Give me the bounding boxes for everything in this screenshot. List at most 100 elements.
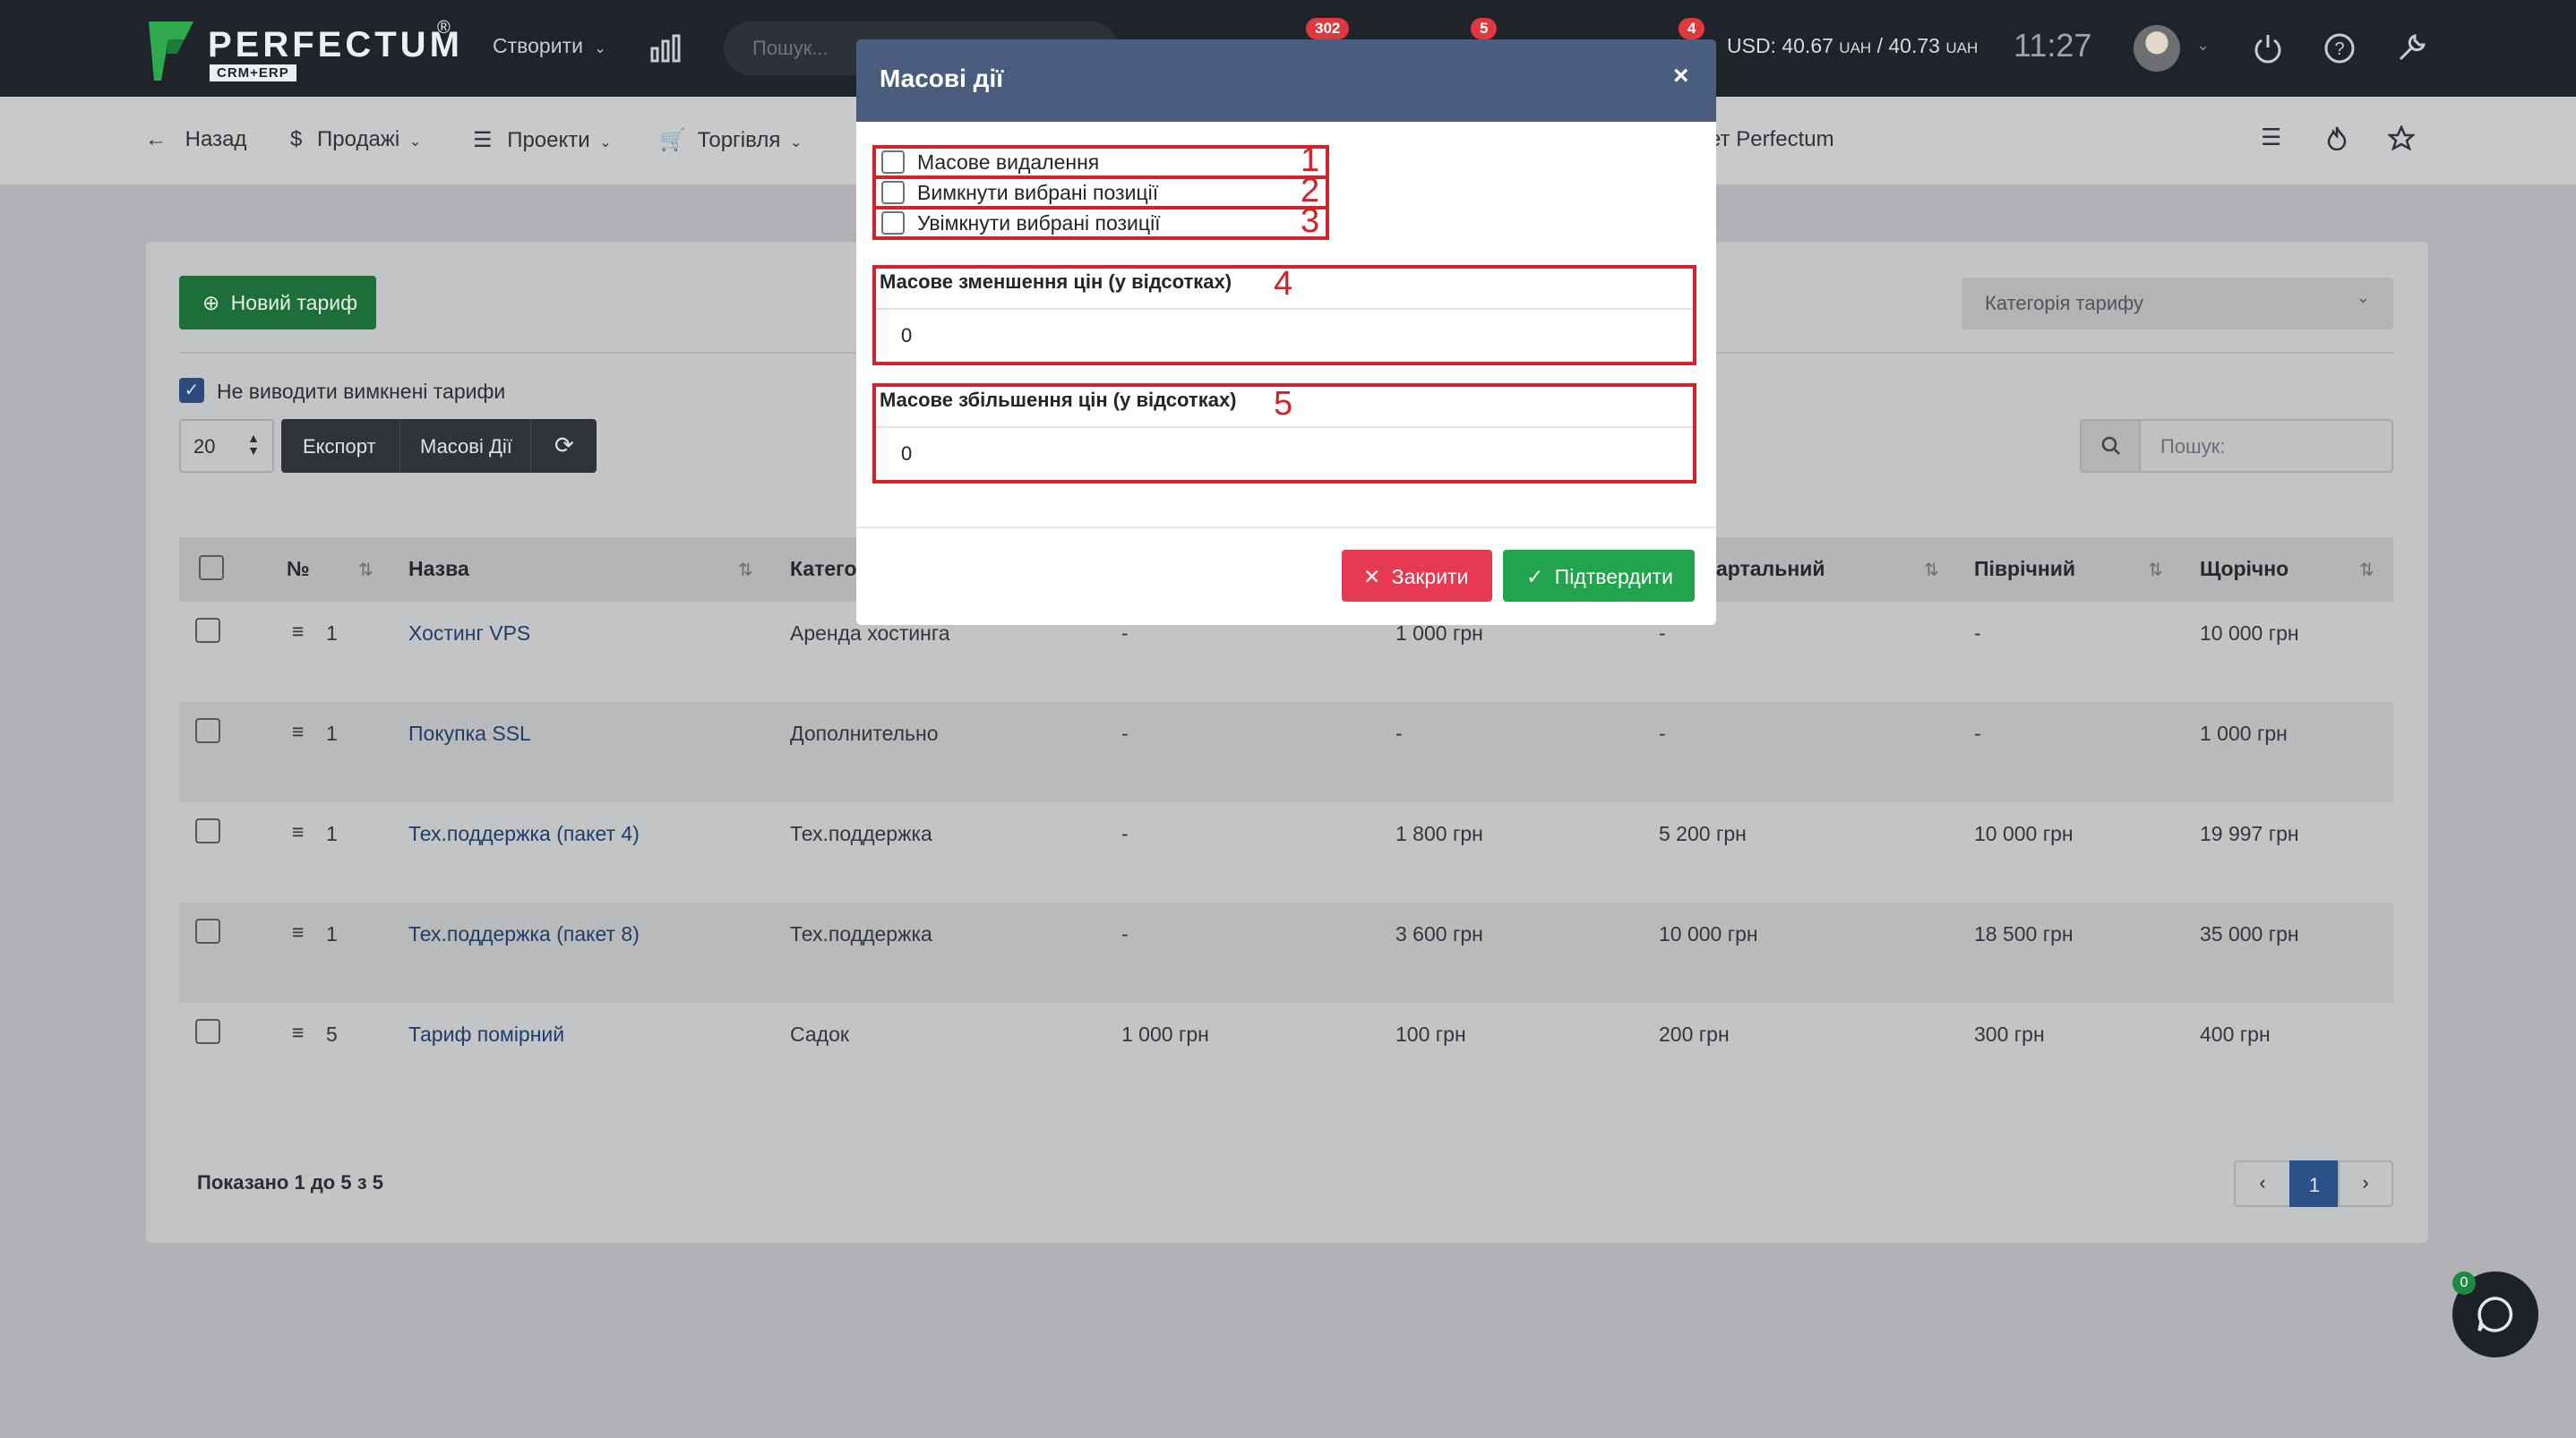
price-cell: 300 грн bbox=[1974, 1023, 2045, 1046]
table-search-placeholder: Пошук: bbox=[2160, 435, 2226, 458]
currency-rate-usd: USD: 40.67 bbox=[1727, 34, 1833, 57]
check-icon: ✓ bbox=[1526, 565, 1544, 588]
tariff-name-link[interactable]: Тех.поддержка (пакет 4) bbox=[408, 822, 640, 846]
tariff-name-link[interactable]: Тариф помірний bbox=[408, 1023, 564, 1047]
chevron-down-icon[interactable]: ⌄ bbox=[2196, 36, 2210, 55]
export-label: Експорт bbox=[303, 435, 376, 458]
modal-footer-divider bbox=[856, 526, 1716, 528]
drag-handle-icon[interactable]: ≡ bbox=[292, 1021, 304, 1045]
chat-badge: 0 bbox=[2452, 1271, 2476, 1295]
confirm-button[interactable]: ✓ Підтвердити bbox=[1503, 550, 1695, 602]
tariff-category: Аренда хостинга bbox=[790, 621, 950, 645]
enable-selected-checkbox[interactable] bbox=[881, 211, 905, 235]
help-icon[interactable]: ? bbox=[2323, 32, 2356, 64]
price-cell: - bbox=[1659, 621, 1666, 645]
row-checkbox[interactable] bbox=[195, 919, 220, 944]
star-icon[interactable] bbox=[2388, 125, 2415, 150]
chevron-right-icon: › bbox=[2362, 1171, 2369, 1194]
cart-icon: 🛒 bbox=[659, 128, 686, 152]
dollar-icon: $ bbox=[290, 127, 303, 151]
table-row bbox=[179, 1003, 2393, 1103]
table-search-input[interactable]: Пошук: bbox=[2080, 419, 2393, 473]
column-header-name[interactable]: Назва bbox=[408, 557, 469, 581]
mass-actions-button[interactable]: Масові Дії bbox=[399, 419, 530, 473]
drag-handle-icon[interactable]: ≡ bbox=[292, 820, 304, 844]
sort-icon[interactable]: ⇅ bbox=[2359, 559, 2374, 581]
disable-selected-checkbox[interactable] bbox=[881, 181, 905, 204]
column-header-quarterly[interactable]: артальний bbox=[1716, 557, 1825, 581]
close-button-label: Закрити bbox=[1391, 565, 1469, 588]
row-checkbox[interactable] bbox=[195, 1019, 220, 1044]
pagination-page[interactable]: 1 bbox=[2289, 1160, 2340, 1207]
close-icon: ✕ bbox=[1363, 565, 1381, 588]
drag-handle-icon[interactable]: ≡ bbox=[292, 920, 304, 945]
mass-actions-modal: Масові дії × Масове видалення 1 Вимкнути… bbox=[856, 39, 1716, 625]
sort-icon[interactable]: ⇅ bbox=[738, 559, 753, 581]
refresh-button[interactable]: ⟳ bbox=[530, 419, 597, 473]
price-cell: 10 000 грн bbox=[1974, 822, 2074, 845]
new-tariff-button[interactable]: ⊕ Новий тариф bbox=[179, 276, 376, 330]
row-checkbox[interactable] bbox=[195, 718, 220, 743]
perfectum-logo[interactable]: PERFECTUM ® CRM+ERP bbox=[145, 18, 459, 84]
layers-icon[interactable]: ☰ bbox=[2261, 124, 2281, 151]
page-size-select[interactable]: 20 ▲ ▼ bbox=[179, 419, 274, 473]
pagination-prev[interactable]: ‹ bbox=[2234, 1160, 2291, 1207]
fire-icon[interactable] bbox=[2325, 125, 2348, 150]
create-menu-button[interactable]: Створити ⌄ bbox=[493, 34, 606, 58]
annotation-marker: 5 bbox=[1274, 385, 1293, 423]
pagination-next[interactable]: › bbox=[2338, 1160, 2393, 1207]
row-checkbox[interactable] bbox=[195, 618, 220, 643]
mass-delete-checkbox[interactable] bbox=[881, 150, 905, 174]
currency-rate-second: / 40.73 bbox=[1876, 34, 1940, 57]
statistics-icon[interactable] bbox=[650, 34, 681, 63]
drag-handle-icon[interactable]: ≡ bbox=[292, 620, 304, 644]
tariff-category: Дополнительно bbox=[790, 722, 939, 745]
sort-icon[interactable]: ⇅ bbox=[1924, 559, 1939, 581]
select-all-checkbox[interactable] bbox=[199, 555, 224, 580]
pagination-summary: Показано 1 до 5 з 5 bbox=[197, 1171, 383, 1194]
messages-badge: 4 bbox=[1679, 18, 1705, 39]
tariff-name-link[interactable]: Хостинг VPS bbox=[408, 621, 530, 646]
price-cell: - bbox=[1121, 722, 1129, 745]
price-cell: 18 500 грн bbox=[1974, 922, 2074, 946]
logo-registered-mark: ® bbox=[437, 18, 451, 38]
close-button[interactable]: ✕ Закрити bbox=[1342, 550, 1492, 602]
page-size-value: 20 bbox=[193, 435, 216, 458]
drag-handle-icon[interactable]: ≡ bbox=[292, 720, 304, 744]
chevron-down-icon: ⌄ bbox=[594, 41, 606, 56]
row-checkbox[interactable] bbox=[195, 818, 220, 843]
tariff-name-link[interactable]: Тех.поддержка (пакет 8) bbox=[408, 922, 640, 946]
price-cell: - bbox=[1974, 722, 1981, 745]
user-avatar[interactable] bbox=[2134, 25, 2180, 72]
column-header-category[interactable]: Катего bbox=[790, 557, 857, 581]
nav-trade[interactable]: 🛒 Торгівля ⌄ bbox=[659, 127, 802, 153]
close-icon[interactable]: × bbox=[1673, 61, 1689, 91]
chevron-down-icon: ⌄ bbox=[408, 134, 422, 150]
price-cell: 1 000 грн bbox=[2200, 722, 2288, 745]
tariff-name-link[interactable]: Покупка SSL bbox=[408, 722, 531, 746]
tariff-category-select[interactable]: Категорія тарифу ⌄ bbox=[1962, 278, 2393, 330]
price-increase-input[interactable]: 0 bbox=[876, 426, 1693, 476]
create-menu-label: Створити bbox=[493, 34, 583, 57]
nav-sales[interactable]: $ Продажі ⌄ bbox=[290, 127, 421, 152]
price-decrease-label: Масове зменшення цін (у відсотках) bbox=[880, 270, 1232, 293]
power-icon[interactable] bbox=[2252, 32, 2284, 64]
nav-perfectum-label: ет Perfectum bbox=[1709, 127, 1834, 151]
chevron-left-icon: ‹ bbox=[2259, 1171, 2266, 1194]
price-decrease-input[interactable]: 0 bbox=[876, 308, 1693, 358]
nav-perfectum[interactable]: ет Perfectum bbox=[1709, 127, 1834, 152]
column-header-number[interactable]: № bbox=[287, 557, 310, 581]
hide-disabled-checkbox[interactable]: ✓ bbox=[179, 378, 204, 403]
table-row bbox=[179, 903, 2393, 1003]
column-header-semiannual[interactable]: Піврічний bbox=[1974, 557, 2075, 581]
export-button[interactable]: Експорт bbox=[281, 419, 399, 473]
sort-icon[interactable]: ⇅ bbox=[358, 559, 374, 581]
column-header-yearly[interactable]: Щорічно bbox=[2200, 557, 2288, 581]
sort-icon[interactable]: ⇅ bbox=[2148, 559, 2163, 581]
price-increase-label: Масове збільшення цін (у відсотках) bbox=[880, 389, 1237, 411]
settings-wrench-icon[interactable] bbox=[2395, 30, 2429, 64]
nav-back[interactable]: ← Назад bbox=[145, 127, 246, 152]
price-cell: 19 997 грн bbox=[2200, 822, 2299, 845]
nav-projects[interactable]: ☰ Проекти ⌄ bbox=[473, 127, 612, 153]
table-row bbox=[179, 802, 2393, 903]
